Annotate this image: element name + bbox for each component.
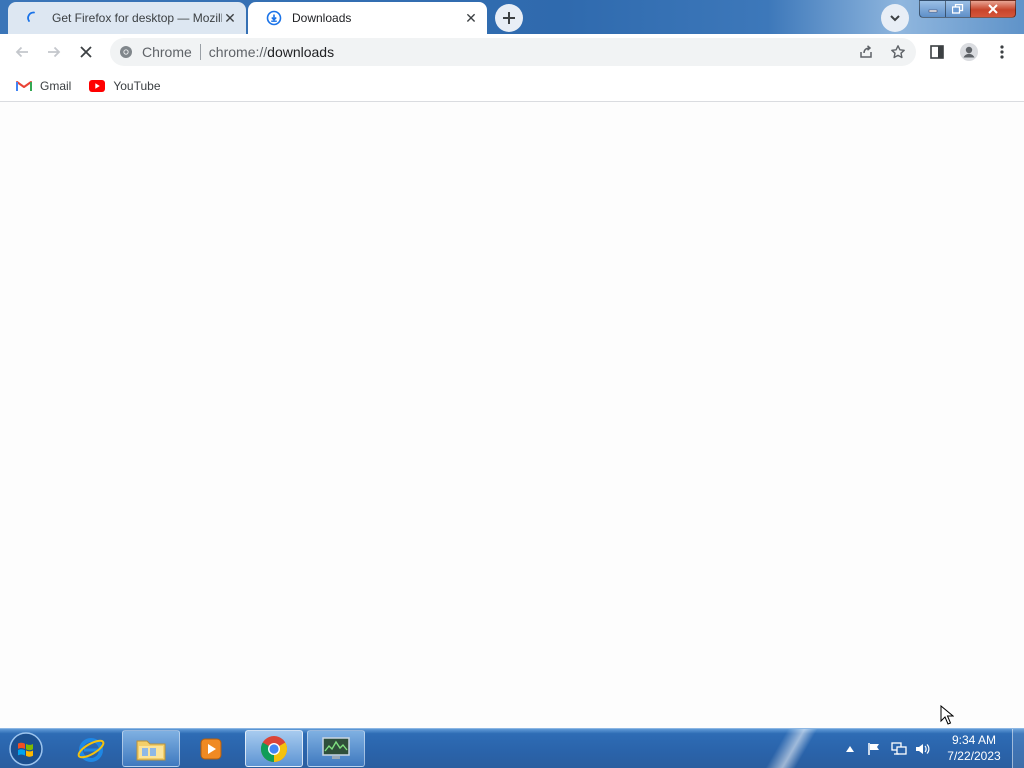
bookmark-label: Gmail: [40, 78, 72, 93]
tab-strip: Get Firefox for desktop — Mozilla ✕ Down…: [0, 0, 1024, 34]
back-arrow-icon: [15, 46, 28, 58]
side-panel-button[interactable]: [923, 38, 951, 66]
bookmarks-bar: Gmail YouTube: [0, 70, 1024, 102]
bookmark-youtube[interactable]: YouTube: [85, 74, 164, 98]
bookmark-label: YouTube: [113, 78, 161, 93]
tab-search-button[interactable]: [881, 4, 909, 32]
stop-x-icon: [80, 46, 92, 58]
taskbar-clock[interactable]: 9:34 AM 7/22/2023: [940, 732, 1008, 766]
side-panel-icon: [930, 45, 944, 59]
show-hidden-icons-button[interactable]: [843, 729, 857, 768]
taskbar-media-player[interactable]: [182, 730, 240, 767]
browser-toolbar: Chrome chrome://downloads: [0, 34, 1024, 70]
gmail-icon: [16, 78, 32, 94]
close-window-button[interactable]: [970, 0, 1016, 18]
stop-loading-button[interactable]: [72, 38, 100, 66]
taskbar-glare: [760, 729, 830, 768]
bookmark-star-button[interactable]: [884, 38, 912, 66]
plus-icon: [503, 12, 515, 24]
clock-time: 9:34 AM: [951, 733, 997, 747]
youtube-icon: [89, 78, 106, 94]
action-center-tray[interactable]: [864, 729, 884, 768]
page-source-chip: Chrome: [142, 44, 192, 60]
restore-button[interactable]: [945, 0, 971, 18]
tab-title: Get Firefox for desktop — Mozilla: [52, 11, 222, 25]
mouse-cursor-icon: [940, 705, 954, 725]
forward-arrow-icon: [48, 46, 61, 58]
tab-close-icon[interactable]: ✕: [463, 10, 479, 26]
url-host: downloads: [267, 44, 335, 60]
show-desktop-button[interactable]: [1012, 729, 1024, 768]
share-icon: [860, 45, 872, 58]
windows-logo-icon: [9, 732, 43, 766]
monitor-icon: [322, 736, 350, 759]
address-bar[interactable]: Chrome chrome://downloads: [110, 38, 916, 66]
minimize-icon: [928, 9, 937, 13]
page-content: [0, 103, 1024, 728]
avatar-icon: [960, 43, 978, 61]
taskbar-windows-explorer[interactable]: [122, 730, 180, 767]
volume-tray[interactable]: [912, 729, 934, 768]
share-button[interactable]: [852, 38, 880, 66]
speaker-icon: [916, 744, 930, 754]
internet-explorer-icon: [77, 737, 105, 762]
taskbar-task-manager[interactable]: [307, 730, 365, 767]
restore-icon: [952, 4, 964, 14]
minimize-button[interactable]: [919, 0, 946, 18]
flag-icon: [868, 743, 879, 755]
network-tray[interactable]: [888, 729, 910, 768]
tab-downloads[interactable]: Downloads ✕: [248, 2, 487, 34]
chrome-logo-icon: [118, 44, 134, 60]
star-icon: [891, 45, 905, 59]
clock-date: 7/22/2023: [947, 749, 1001, 763]
media-player-icon: [200, 738, 222, 759]
forward-button[interactable]: [40, 38, 68, 66]
back-button[interactable]: [8, 38, 36, 66]
taskbar-internet-explorer[interactable]: [62, 730, 120, 767]
downloads-favicon-icon: [266, 10, 282, 26]
tab-firefox[interactable]: Get Firefox for desktop — Mozilla ✕: [8, 2, 246, 34]
url-scheme: chrome://: [208, 44, 268, 60]
address-separator: [199, 44, 201, 60]
tab-close-icon[interactable]: ✕: [222, 10, 238, 26]
profile-button[interactable]: [955, 38, 983, 66]
taskbar-chrome[interactable]: [245, 730, 303, 767]
windows-taskbar: 9:34 AM 7/22/2023: [0, 728, 1024, 768]
loading-favicon-icon: [26, 10, 42, 26]
chrome-icon: [260, 735, 288, 762]
start-button[interactable]: [6, 730, 46, 768]
triangle-up-icon: [846, 746, 854, 752]
chevron-down-icon: [890, 15, 900, 22]
new-tab-button[interactable]: [495, 4, 523, 32]
bookmark-gmail[interactable]: Gmail: [12, 74, 75, 98]
address-url[interactable]: chrome://downloads: [209, 44, 334, 60]
folder-icon: [136, 740, 166, 760]
kebab-menu-icon: [1000, 45, 1004, 59]
menu-button[interactable]: [988, 38, 1016, 66]
network-icon: [891, 742, 907, 755]
tab-title: Downloads: [292, 11, 352, 25]
close-icon: [988, 4, 998, 14]
